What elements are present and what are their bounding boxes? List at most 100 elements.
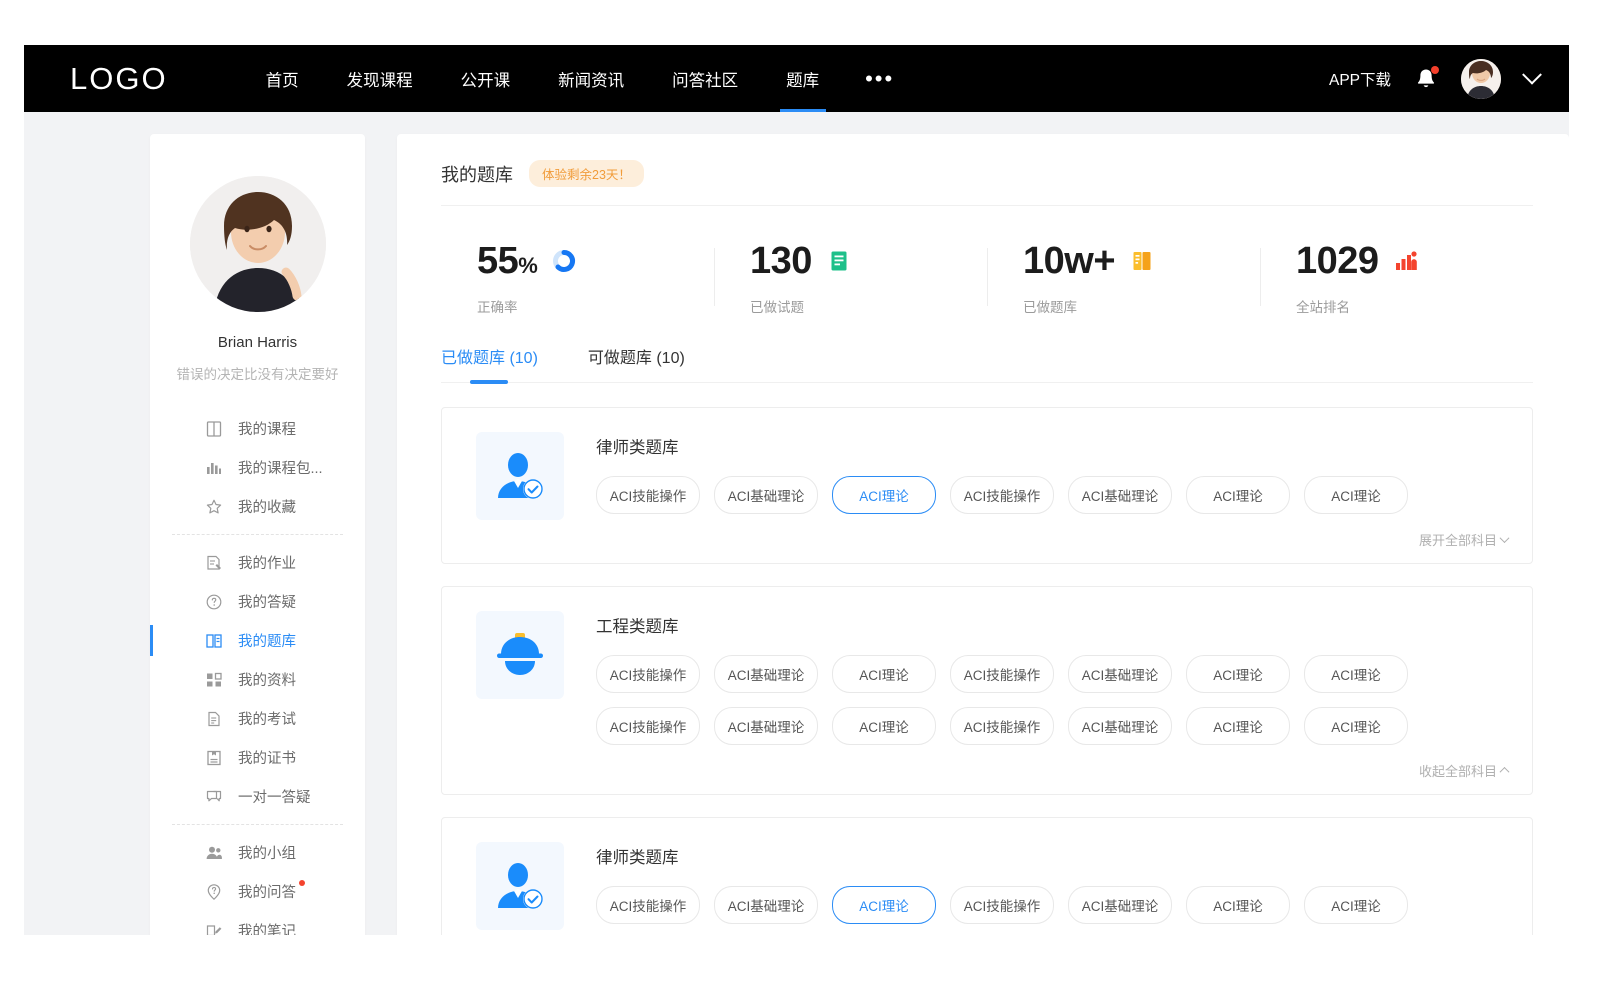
- subject-tag[interactable]: ACI理论: [1304, 655, 1408, 693]
- sidebar-item-4[interactable]: 我的答疑: [150, 582, 365, 621]
- subject-tag[interactable]: ACI技能操作: [950, 655, 1054, 693]
- collapse-subjects-link[interactable]: 收起全部科目: [1419, 761, 1508, 780]
- page-title: 我的题库: [441, 161, 513, 187]
- homework-icon: [204, 553, 224, 573]
- nav-more-icon[interactable]: •••: [843, 75, 916, 83]
- subject-tag[interactable]: ACI技能操作: [596, 707, 700, 745]
- subject-tag[interactable]: ACI理论: [832, 655, 936, 693]
- subject-tag[interactable]: ACI技能操作: [950, 886, 1054, 924]
- sidebar-item-11[interactable]: 我的问答: [150, 872, 365, 911]
- sidebar-item-label: 我的课程: [238, 418, 296, 439]
- sidebar-item-label: 我的笔记: [238, 920, 296, 935]
- exam-doc-icon: [204, 709, 224, 729]
- profile-sidebar: Brian Harris 错误的决定比没有决定要好 我的课程我的课程包...我的…: [150, 134, 365, 935]
- stat-label: 正确率: [477, 296, 714, 316]
- qbank-card[interactable]: 律师类题库ACI技能操作ACI基础理论ACI理论ACI技能操作ACI基础理论AC…: [441, 817, 1533, 935]
- bar-chart-icon: [204, 458, 224, 478]
- site-logo[interactable]: LOGO: [70, 61, 168, 97]
- nav-item-3[interactable]: 新闻资讯: [534, 45, 648, 112]
- sidebar-item-5[interactable]: 我的题库: [150, 621, 365, 660]
- subject-tag-rows: ACI技能操作 ACI基础理论 ACI理论 ACI技能操作 ACI基础理论 ACI理论 AC…: [596, 886, 1508, 924]
- subject-tag[interactable]: ACI基础理论: [1068, 707, 1172, 745]
- sidebar-item-10[interactable]: 我的小组: [150, 833, 365, 872]
- sidebar-item-2[interactable]: 我的收藏: [150, 487, 365, 526]
- card-footer: 展开全部科目: [596, 530, 1508, 549]
- nav-item-2[interactable]: 公开课: [437, 45, 535, 112]
- subject-tag[interactable]: ACI理论: [1186, 886, 1290, 924]
- app-download-link[interactable]: APP下载: [1329, 68, 1391, 90]
- sidebar-item-label: 我的题库: [238, 630, 296, 651]
- subject-tag[interactable]: ACI理论: [1304, 476, 1408, 514]
- bell-icon[interactable]: [1415, 67, 1437, 91]
- sidebar-item-6[interactable]: 我的资料: [150, 660, 365, 699]
- subject-tag[interactable]: ACI理论: [832, 476, 936, 514]
- card-title: 律师类题库: [596, 434, 1508, 458]
- tab-1[interactable]: 可做题库 (10): [588, 344, 685, 382]
- avatar[interactable]: [1461, 59, 1501, 99]
- stat-card-0: 55%正确率: [441, 242, 714, 316]
- lawyer-avatar-icon: [476, 842, 564, 930]
- subject-tag[interactable]: ACI基础理论: [714, 707, 818, 745]
- stat-card-3: 1029全站排名: [1260, 242, 1533, 316]
- subject-tag[interactable]: ACI基础理论: [1068, 655, 1172, 693]
- sidebar-item-label: 我的资料: [238, 669, 296, 690]
- stat-value-number: 10w+: [1023, 240, 1115, 282]
- page-header: 我的题库 体验剩余23天！: [441, 160, 1533, 206]
- star-icon: [204, 497, 224, 517]
- donut-progress-icon: [551, 248, 577, 274]
- card-title: 律师类题库: [596, 844, 1508, 868]
- expand-subjects-link[interactable]: 展开全部科目: [1419, 530, 1508, 549]
- subject-tag-rows: ACI技能操作 ACI基础理论 ACI理论 ACI技能操作 ACI基础理论 ACI理论 AC…: [596, 655, 1508, 745]
- subject-tag[interactable]: ACI基础理论: [714, 886, 818, 924]
- qbank-card[interactable]: 律师类题库 ACI技能操作 ACI基础理论 ACI理论 ACI技能操作 ACI基础理论 AC…: [441, 407, 1533, 564]
- subject-tag[interactable]: ACI技能操作: [596, 655, 700, 693]
- subject-tag[interactable]: ACI理论: [832, 886, 936, 924]
- sidebar-item-label: 我的问答: [238, 881, 296, 902]
- chevron-down-icon[interactable]: [1522, 64, 1542, 84]
- subject-tag[interactable]: ACI技能操作: [950, 476, 1054, 514]
- stat-value: 10w+: [1023, 242, 1115, 280]
- tab-0[interactable]: 已做题库 (10): [441, 344, 538, 382]
- sidebar-user-name: Brian Harris: [150, 334, 365, 351]
- sidebar-item-1[interactable]: 我的课程包...: [150, 448, 365, 487]
- qbank-card[interactable]: 工程类题库ACI技能操作ACI基础理论ACI理论ACI技能操作ACI基础理论AC…: [441, 586, 1533, 795]
- sidebar-item-8[interactable]: 我的证书: [150, 738, 365, 777]
- subject-tag[interactable]: ACI理论: [1304, 886, 1408, 924]
- card-body: 律师类题库 ACI技能操作 ACI基础理论 ACI理论 ACI技能操作 ACI基础理论 AC…: [596, 432, 1508, 549]
- card-body: 律师类题库ACI技能操作ACI基础理论ACI理论ACI技能操作ACI基础理论AC…: [596, 842, 1508, 930]
- sidebar-item-3[interactable]: 我的作业: [150, 543, 365, 582]
- header-actions: APP下载: [1329, 59, 1539, 99]
- sidebar-item-label: 我的答疑: [238, 591, 296, 612]
- lawyer-avatar-icon: [476, 432, 564, 520]
- sidebar-item-label: 我的收藏: [238, 496, 296, 517]
- sidebar-divider: [172, 534, 343, 535]
- main-content: 我的题库 体验剩余23天！ 55%正确率130已做试题10w+已做题库1029全…: [397, 134, 1569, 935]
- subject-tag[interactable]: ACI基础理论: [1068, 476, 1172, 514]
- subject-tag[interactable]: ACI技能操作: [596, 476, 700, 514]
- stats-row: 55%正确率130已做试题10w+已做题库1029全站排名: [441, 206, 1533, 338]
- subject-tag[interactable]: ACI理论: [832, 707, 936, 745]
- subject-tag[interactable]: ACI理论: [1186, 655, 1290, 693]
- subject-tag[interactable]: ACI基础理论: [1068, 886, 1172, 924]
- sidebar-divider: [172, 824, 343, 825]
- subject-tag[interactable]: ACI理论: [1186, 707, 1290, 745]
- sidebar-item-0[interactable]: 我的课程: [150, 409, 365, 448]
- unread-dot: [299, 880, 305, 886]
- subject-tag[interactable]: ACI基础理论: [714, 655, 818, 693]
- subject-tag[interactable]: ACI技能操作: [596, 886, 700, 924]
- nav-item-1[interactable]: 发现课程: [323, 45, 437, 112]
- card-body: 工程类题库ACI技能操作ACI基础理论ACI理论ACI技能操作ACI基础理论AC…: [596, 611, 1508, 780]
- subject-tag[interactable]: ACI基础理论: [714, 476, 818, 514]
- subject-tag[interactable]: ACI技能操作: [950, 707, 1054, 745]
- sidebar-item-7[interactable]: 我的考试: [150, 699, 365, 738]
- group-icon: [204, 843, 224, 863]
- sidebar-item-9[interactable]: 一对一答疑: [150, 777, 365, 816]
- chevron-down-icon: [1500, 533, 1510, 543]
- sidebar-item-12[interactable]: 我的笔记: [150, 911, 365, 935]
- nav-item-0[interactable]: 首页: [242, 45, 323, 112]
- nav-item-4[interactable]: 问答社区: [648, 45, 762, 112]
- qa-pin-icon: [204, 882, 224, 902]
- subject-tag[interactable]: ACI理论: [1304, 707, 1408, 745]
- nav-item-5[interactable]: 题库: [762, 45, 843, 112]
- subject-tag[interactable]: ACI理论: [1186, 476, 1290, 514]
